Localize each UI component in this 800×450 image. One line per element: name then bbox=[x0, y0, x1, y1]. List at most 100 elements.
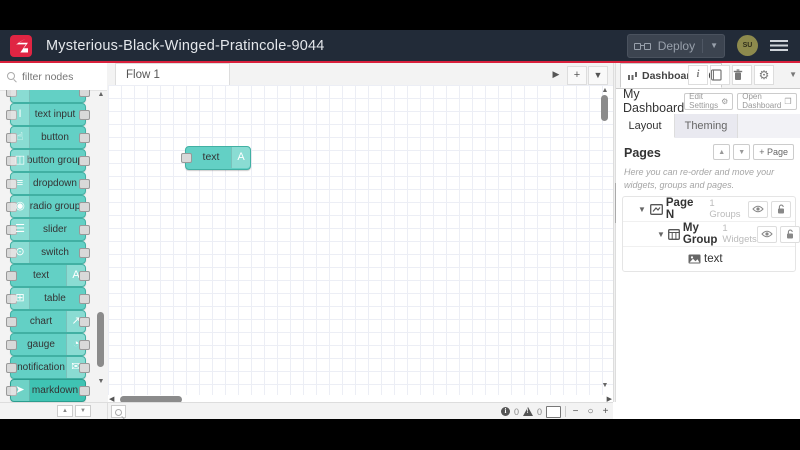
right-sidebar: Dashboard 2.0 i ⚙ ▼ My Dashboard Edit Se… bbox=[616, 63, 800, 419]
move-up-button[interactable]: ▲ bbox=[713, 144, 731, 160]
canvas-vertical-scrollbar[interactable]: ▲ ▼ bbox=[600, 85, 610, 395]
screen: Mysterious-Black-Winged-Pratincole-9044 … bbox=[0, 0, 800, 450]
palette-node-slider[interactable]: slider ☰ bbox=[6, 218, 90, 241]
main-menu-icon[interactable] bbox=[770, 39, 788, 52]
button-icon: ☝ bbox=[11, 127, 30, 148]
flow-canvas: Flow 1 ▶ + ▼ text A ▲ ▼ ◀ ▶ bbox=[108, 63, 613, 419]
node-port bbox=[79, 133, 90, 143]
switch-icon: ⊙ bbox=[11, 242, 30, 263]
scroll-down-icon[interactable]: ▼ bbox=[97, 378, 105, 385]
gear-icon: ⚙ bbox=[721, 96, 729, 106]
palette-node-markdown[interactable]: markdown ➤ bbox=[6, 379, 90, 402]
tree-row-page[interactable]: ▼ Page N 1 Groups bbox=[623, 197, 795, 222]
info-count: 0 bbox=[513, 406, 519, 417]
deploy-button[interactable]: Deploy ▼ bbox=[626, 33, 725, 58]
sidebar-tab-bar: Dashboard 2.0 i ⚙ ▼ bbox=[616, 63, 800, 89]
move-down-button[interactable]: ▼ bbox=[733, 144, 751, 160]
tab-layout[interactable]: Layout bbox=[616, 114, 675, 138]
button group-icon: ◫ bbox=[11, 150, 30, 171]
node-port bbox=[79, 248, 90, 258]
palette-node-radio-group[interactable]: radio group ◉ bbox=[6, 195, 90, 218]
page-icon bbox=[649, 203, 663, 215]
zoom-reset-button[interactable]: ○ bbox=[585, 404, 596, 419]
tab-theming[interactable]: Theming bbox=[675, 114, 738, 138]
chevron-down-icon[interactable]: ▼ bbox=[657, 230, 665, 239]
open-dashboard-button[interactable]: Open Dashboard ❐ bbox=[737, 92, 797, 110]
lock-toggle[interactable] bbox=[771, 200, 791, 218]
collapse-categories-button[interactable]: ▲ bbox=[57, 405, 73, 417]
palette-node-notification[interactable]: notification ✉ bbox=[6, 356, 90, 379]
radio group-icon: ◉ bbox=[11, 196, 30, 217]
sidebar-tabs-chevron-icon[interactable]: ▼ bbox=[789, 70, 797, 79]
scroll-up-icon[interactable]: ▲ bbox=[97, 91, 105, 98]
flow-list-chevron-icon[interactable]: ▼ bbox=[588, 66, 608, 85]
palette-node-dropdown[interactable]: dropdown ≡ bbox=[6, 172, 90, 195]
palette-node-button[interactable]: button ☝ bbox=[6, 126, 90, 149]
node-port bbox=[79, 225, 90, 235]
flow-tab[interactable]: Flow 1 bbox=[115, 63, 230, 85]
tab-debug[interactable] bbox=[732, 65, 752, 85]
markdown-icon: ➤ bbox=[11, 380, 30, 401]
palette-scrollbar[interactable]: ▲ ▼ bbox=[96, 90, 106, 402]
add-page-button[interactable]: + Page bbox=[753, 144, 794, 160]
lock-toggle[interactable] bbox=[779, 225, 800, 243]
unlock-icon bbox=[778, 204, 784, 214]
node-port bbox=[79, 156, 90, 166]
visibility-toggle[interactable] bbox=[748, 200, 768, 218]
node-port bbox=[79, 271, 90, 281]
image-icon bbox=[688, 254, 701, 264]
deploy-options-chevron-icon[interactable]: ▼ bbox=[710, 41, 718, 50]
unlock-icon bbox=[786, 229, 793, 239]
tab-info[interactable]: i bbox=[688, 65, 708, 85]
visibility-toggle[interactable] bbox=[756, 225, 777, 243]
tab-config[interactable]: ⚙ bbox=[754, 65, 774, 85]
dashboard-title: My Dashboard bbox=[623, 87, 685, 115]
search-flows-button[interactable] bbox=[111, 405, 126, 418]
palette-node-table[interactable]: table ⊞ bbox=[6, 287, 90, 310]
text input-icon: I bbox=[11, 104, 30, 125]
expand-categories-button[interactable]: ▼ bbox=[75, 405, 91, 417]
node-port bbox=[79, 386, 90, 396]
chevron-down-icon[interactable]: ▼ bbox=[637, 205, 647, 214]
node-port bbox=[79, 90, 90, 97]
palette-node-text[interactable]: text A bbox=[6, 264, 90, 287]
tab-help[interactable] bbox=[710, 65, 730, 85]
palette-scroll-thumb[interactable] bbox=[97, 312, 104, 367]
palette-node-button-group[interactable]: button group ◫ bbox=[6, 149, 90, 172]
trash-icon bbox=[733, 69, 743, 80]
node-icon bbox=[11, 90, 30, 102]
palette-filter-input[interactable] bbox=[0, 63, 107, 90]
palette-node-text-input[interactable]: text input I bbox=[6, 103, 90, 126]
pages-panel: Pages ▲ ▼ + Page Here you can re-order a… bbox=[616, 138, 800, 419]
pages-help-text: Here you can re-order and move your widg… bbox=[624, 167, 775, 191]
instance-title: Mysterious-Black-Winged-Pratincole-9044 bbox=[46, 37, 325, 54]
scroll-down-icon[interactable]: ▼ bbox=[601, 382, 609, 389]
node-port bbox=[79, 363, 90, 373]
palette-node-switch[interactable]: switch ⊙ bbox=[6, 241, 90, 264]
palette-node-gauge[interactable]: gauge ◔ bbox=[6, 333, 90, 356]
add-flow-button[interactable]: + bbox=[567, 66, 587, 85]
dropdown-icon: ≡ bbox=[11, 173, 30, 194]
navigator-toggle-icon[interactable] bbox=[546, 405, 561, 418]
info-icon: i bbox=[696, 69, 700, 80]
open-panel-icon[interactable]: ▶ bbox=[547, 66, 565, 83]
palette-footer: ▲ ▼ bbox=[0, 402, 108, 419]
zoom-out-button[interactable]: − bbox=[570, 404, 581, 419]
user-avatar[interactable]: SU bbox=[737, 35, 758, 56]
palette-node-partial[interactable] bbox=[6, 90, 90, 103]
palette-node-list: text input Ibutton ☝ button group ◫ dropdown ≡… bbox=[0, 90, 93, 402]
canvas-vscroll-thumb[interactable] bbox=[601, 95, 608, 121]
bar-chart-icon bbox=[628, 71, 638, 80]
tree-row-widget[interactable]: text bbox=[623, 247, 795, 271]
deploy-label: Deploy bbox=[657, 38, 696, 53]
node-port bbox=[79, 294, 90, 304]
eye-icon bbox=[761, 230, 773, 238]
edit-settings-button[interactable]: Edit Settings ⚙ bbox=[684, 92, 734, 110]
canvas-grid[interactable]: text A bbox=[108, 85, 613, 395]
palette-node-chart[interactable]: chart ↗ bbox=[6, 310, 90, 333]
zoom-in-button[interactable]: + bbox=[600, 404, 611, 419]
scroll-up-icon[interactable]: ▲ bbox=[601, 87, 609, 94]
node-port bbox=[79, 340, 90, 350]
tree-row-group[interactable]: ▼ My Group 1 Widgets bbox=[623, 222, 800, 247]
canvas-node-text[interactable]: text A bbox=[181, 146, 251, 170]
